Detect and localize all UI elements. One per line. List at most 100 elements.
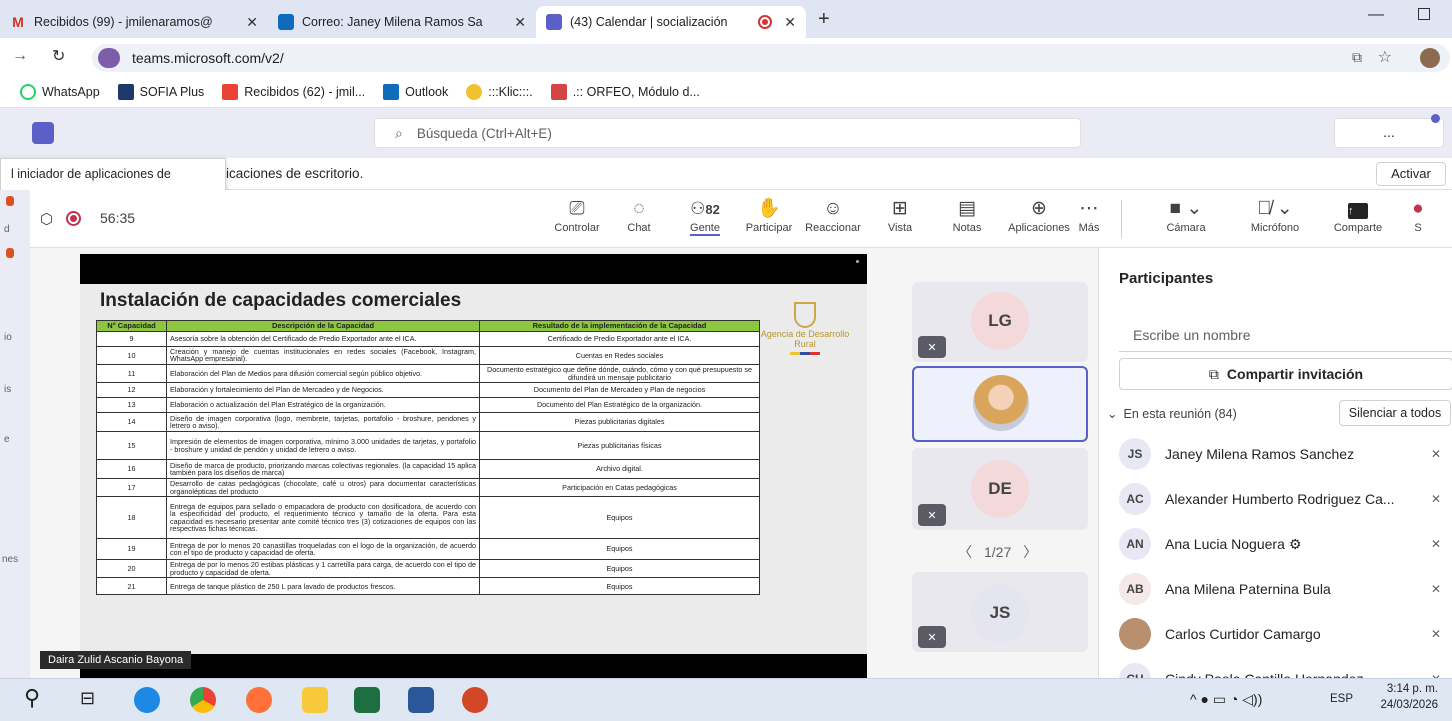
edge-icon[interactable] [134, 687, 160, 713]
view-button[interactable]: ⊞ Vista [865, 196, 935, 234]
chevron-left-icon[interactable]: 〈 [958, 544, 972, 560]
participant-row[interactable]: AC Alexander Humberto Rodriguez Ca... ✕ [1119, 479, 1441, 519]
leave-button[interactable]: ● S [1408, 196, 1428, 234]
recording-icon [66, 211, 81, 226]
video-tile[interactable]: JS ✕ [912, 572, 1088, 652]
mic-off-icon[interactable]: ✕ [1431, 447, 1441, 461]
rail-item[interactable]: d [4, 224, 10, 235]
shield-icon[interactable]: ⬡ [40, 210, 53, 228]
table-row: 18 Entrega de equipos para sellado o empa… [96, 496, 760, 540]
bookmark-orfeo[interactable]: .:: ORFEO, Módulo d... [550, 83, 700, 100]
profile-avatar[interactable] [1420, 48, 1440, 68]
tab-outlook[interactable]: Correo: Janey Milena Ramos Sa ✕ [268, 6, 536, 38]
participant-row[interactable]: Carlos Curtidor Camargo ✕ [1119, 614, 1441, 654]
globe-icon [466, 83, 483, 100]
mute-all-button[interactable]: Silenciar a todos [1339, 400, 1451, 426]
chevron-right-icon[interactable]: 〉 [1023, 544, 1037, 560]
mic-off-icon[interactable]: ✕ [1431, 627, 1441, 641]
control-button[interactable]: ⎚ Controlar [542, 196, 612, 234]
avatar [1119, 618, 1151, 650]
share-button[interactable]: ↑ Comparte [1323, 196, 1393, 234]
activate-button[interactable]: Activar [1376, 162, 1446, 186]
smiley-icon: ☺ [823, 198, 843, 219]
rail-item[interactable]: io [4, 332, 12, 343]
bookmark-outlook[interactable]: Outlook [383, 83, 448, 100]
video-tile[interactable]: LG ✕ [912, 282, 1088, 362]
clock-time[interactable]: 3:14 p. m. [1372, 683, 1438, 695]
star-icon[interactable]: ☆ [1378, 47, 1392, 67]
bookmark-sofia[interactable]: SOFIA Plus [117, 83, 204, 100]
site-info-icon[interactable] [98, 48, 120, 68]
section-toggle[interactable]: ⌄ En esta reunión (84) [1107, 406, 1237, 421]
participant-name: Ana Lucia Noguera [1165, 536, 1285, 552]
firefox-icon[interactable] [246, 687, 272, 713]
restore-icon[interactable] [1418, 8, 1430, 20]
tab-teams[interactable]: (43) Calendar | socialización ✕ [536, 6, 806, 38]
teams-header: ⌕ Búsqueda (Ctrl+Alt+E) ... [0, 108, 1452, 158]
file-explorer-icon[interactable] [302, 687, 328, 713]
raise-hand-button[interactable]: ✋ Participar [734, 196, 804, 234]
more-button[interactable]: ⋯ Más [1069, 196, 1109, 234]
table-cell: Diseño de imagen corporativa (logo, memb… [166, 412, 480, 433]
cast-icon[interactable]: ⧉ [1352, 49, 1362, 66]
close-icon[interactable]: ✕ [784, 14, 796, 31]
avatar: JS [1119, 438, 1151, 470]
chat-button[interactable]: ◌ Chat [604, 196, 674, 234]
word-icon[interactable] [408, 687, 434, 713]
close-icon[interactable]: ✕ [246, 14, 258, 31]
people-button[interactable]: ⚇82 Gente [670, 196, 740, 236]
tab-gmail[interactable]: M Recibidos (99) - jmilenaramos@ ✕ [0, 6, 268, 38]
reload-icon[interactable]: ↻ [52, 46, 65, 66]
search-input[interactable]: ⌕ Búsqueda (Ctrl+Alt+E) [374, 118, 1081, 148]
participant-name: Carlos Curtidor Camargo [1165, 626, 1321, 642]
bookmark-whatsapp[interactable]: WhatsApp [20, 83, 100, 100]
rail-item[interactable]: nes [2, 554, 18, 565]
forward-icon[interactable]: → [12, 47, 28, 65]
language-indicator[interactable]: ESP [1330, 693, 1353, 705]
rail-item[interactable]: e [4, 434, 10, 445]
search-icon[interactable]: ⚲ [24, 685, 40, 711]
table-row: 19 Entrega de por lo menos 20 canastillas… [96, 538, 760, 561]
mic-off-icon[interactable]: ✕ [1431, 537, 1441, 551]
new-tab-button[interactable]: + [818, 8, 830, 31]
url-bar[interactable]: teams.microsoft.com/v2/ ⧉ ☆ [92, 44, 1450, 72]
slide: Instalación de capacidades comerciales A… [80, 284, 867, 654]
close-icon[interactable]: ✕ [514, 14, 526, 31]
excel-icon[interactable] [354, 687, 380, 713]
table-row: 15 Impresión de elementos de imagen corpo… [96, 431, 760, 461]
task-view-icon[interactable]: ⊟ [80, 688, 95, 709]
react-button[interactable]: ☺ Reaccionar [798, 196, 868, 234]
rail-badge [6, 196, 14, 206]
apps-button[interactable]: ⊕ Aplicaciones [1004, 196, 1074, 234]
clock-date[interactable]: 24/03/2026 [1372, 699, 1438, 711]
shared-screen: Instalación de capacidades comerciales A… [80, 254, 867, 679]
bookmark-klic[interactable]: :::Klic:::. [466, 83, 533, 100]
bookmark-gmail[interactable]: Recibidos (62) - jmil... [222, 83, 365, 100]
share-invite-button[interactable]: ⧉ Compartir invitación [1119, 358, 1452, 390]
notes-button[interactable]: ▤ Notas [932, 196, 1002, 234]
mic-off-icon[interactable]: ✕ [1431, 492, 1441, 506]
leave-icon: ● [1412, 198, 1424, 219]
more-options-button[interactable]: ... [1334, 118, 1444, 148]
video-tile[interactable]: DE ✕ [912, 448, 1088, 530]
table-cell: Piezas publicitarias físicas [479, 431, 760, 461]
powerpoint-icon[interactable] [462, 687, 488, 713]
browser-tab-bar: M Recibidos (99) - jmilenaramos@ ✕ Corre… [0, 0, 1452, 38]
minimize-icon[interactable]: — [1368, 6, 1384, 24]
participant-name: Janey Milena Ramos Sanchez [1165, 446, 1355, 462]
microphone-button[interactable]: 🎙̸ ⌄ Micrófono [1240, 196, 1310, 234]
tray-icons[interactable]: ^ ● ▭ ◔ ◁)) [1190, 691, 1262, 708]
participant-row[interactable]: AN Ana Lucia Noguera ⚙ ✕ [1119, 524, 1441, 564]
participant-row[interactable]: JS Janey Milena Ramos Sanchez ✕ [1119, 434, 1441, 474]
chrome-icon[interactable] [190, 687, 216, 713]
video-tile-active[interactable] [912, 366, 1088, 442]
mic-off-icon[interactable]: ✕ [1431, 582, 1441, 596]
table-cell: Entrega de tanque plástico de 250 L para… [166, 577, 480, 596]
participant-row[interactable]: AB Ana Milena Paternina Bula ✕ [1119, 569, 1441, 609]
table-cell: Documento estratégico que define dónde, … [479, 363, 760, 384]
participant-search-input[interactable]: Escribe un nombre [1119, 318, 1452, 352]
teams-logo-icon[interactable] [32, 122, 54, 144]
rail-item[interactable]: is [4, 384, 11, 395]
table-header: Resultado de la implementación de la Cap… [479, 320, 760, 332]
camera-button[interactable]: ■ ⌄ Cámara [1151, 196, 1221, 234]
